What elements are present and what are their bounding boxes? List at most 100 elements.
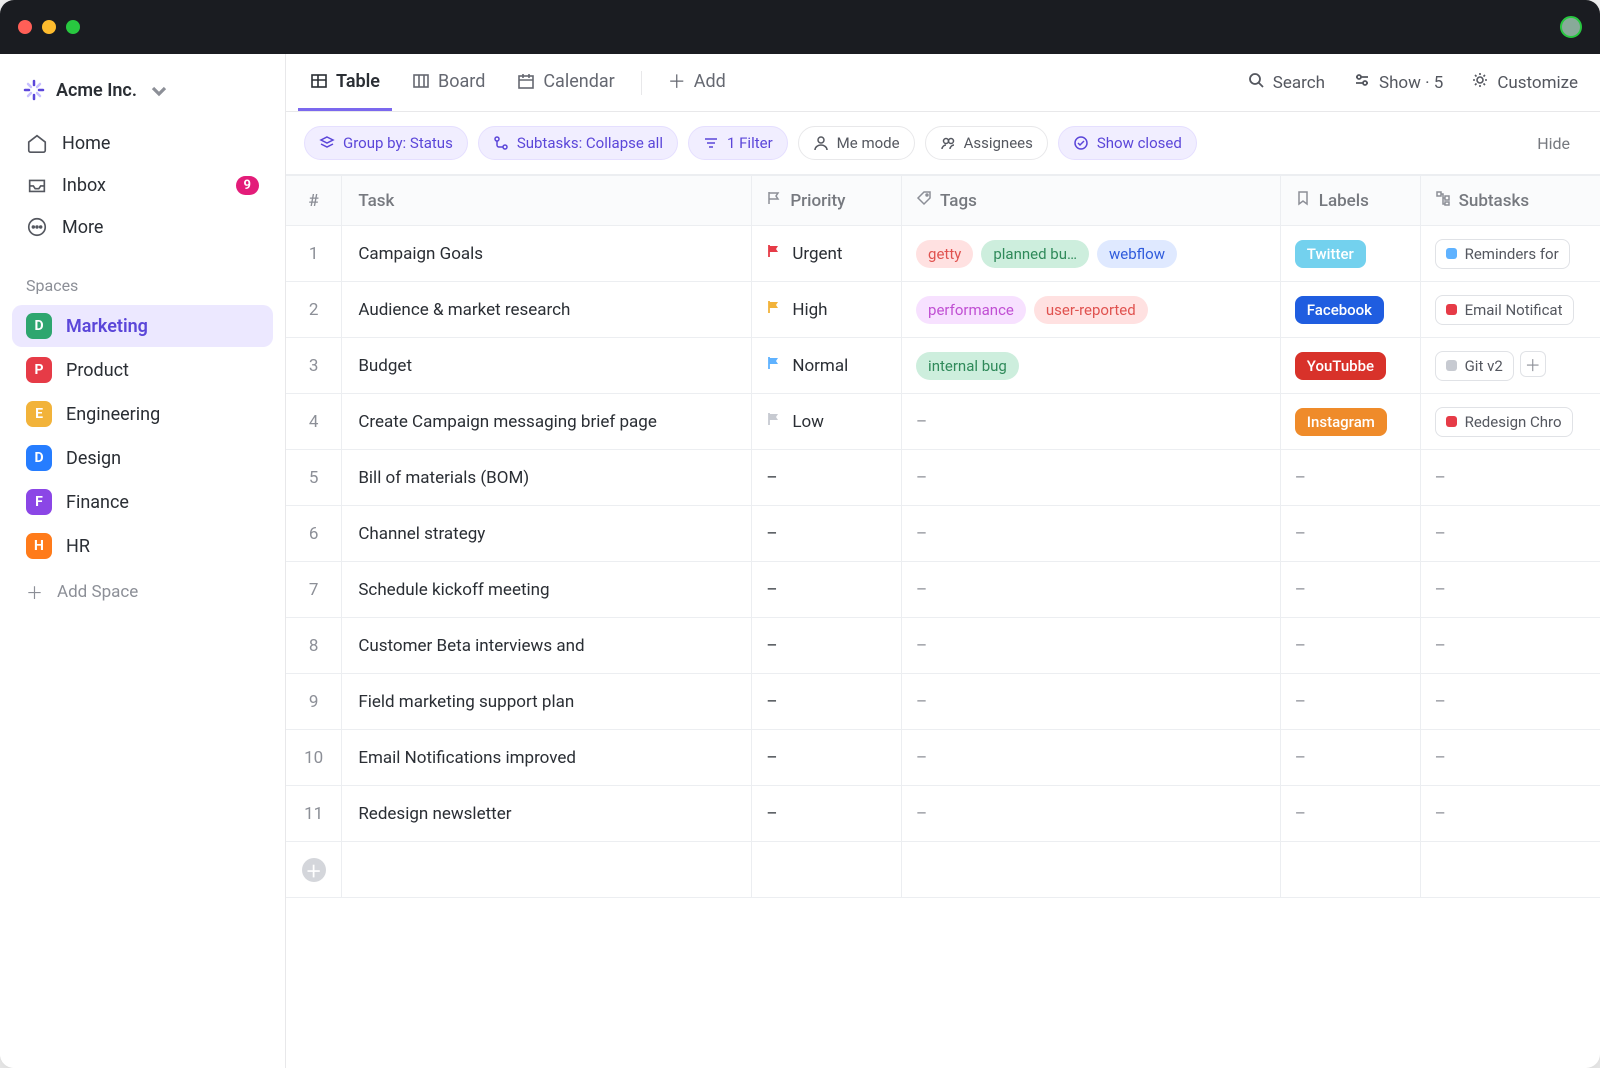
task-name[interactable]: Channel strategy xyxy=(342,506,752,562)
task-name[interactable]: Customer Beta interviews and xyxy=(342,618,752,674)
priority-cell[interactable]: – xyxy=(752,674,902,730)
priority-cell[interactable]: – xyxy=(752,450,902,506)
subtasks-cell[interactable]: – xyxy=(1420,730,1600,786)
task-row[interactable]: 3BudgetNormalinternal bugYouTubbeGit v2＋ xyxy=(286,338,1600,394)
tags-cell[interactable]: getty planned bu… webflow xyxy=(902,226,1281,282)
subtasks-cell[interactable]: Email Notificat xyxy=(1420,282,1600,338)
space-item-design[interactable]: DDesign xyxy=(12,437,273,479)
labels-cell[interactable]: – xyxy=(1280,674,1420,730)
task-name[interactable]: Schedule kickoff meeting xyxy=(342,562,752,618)
labels-cell[interactable]: – xyxy=(1280,786,1420,842)
assignees-chip[interactable]: Assignees xyxy=(925,126,1048,160)
label-twitter[interactable]: Twitter xyxy=(1295,240,1366,268)
priority-cell[interactable]: Urgent xyxy=(752,226,902,282)
col-subtasks-header[interactable]: Subtasks xyxy=(1420,176,1600,226)
subtasks-chip[interactable]: Subtasks: Collapse all xyxy=(478,126,678,160)
group-by-chip[interactable]: Group by: Status xyxy=(304,126,468,160)
labels-cell[interactable]: – xyxy=(1280,562,1420,618)
priority-cell[interactable]: – xyxy=(752,562,902,618)
nav-home[interactable]: Home xyxy=(12,122,273,164)
workspace-switcher[interactable]: Acme Inc. xyxy=(0,66,285,114)
label-instagram[interactable]: Instagram xyxy=(1295,408,1387,436)
tags-cell[interactable]: – xyxy=(902,618,1281,674)
col-labels-header[interactable]: Labels xyxy=(1280,176,1420,226)
add-subtask-button[interactable]: ＋ xyxy=(1520,351,1546,377)
col-task-header[interactable]: Task xyxy=(342,176,752,226)
subtask-pill[interactable]: Git v2 xyxy=(1435,351,1514,381)
tab-add-view[interactable]: ＋Add xyxy=(656,54,738,111)
tag-planned_bu[interactable]: planned bu… xyxy=(981,240,1089,268)
task-name[interactable]: Email Notifications improved xyxy=(342,730,752,786)
subtasks-cell[interactable]: Redesign Chro xyxy=(1420,394,1600,450)
task-name[interactable]: Redesign newsletter xyxy=(342,786,752,842)
col-number-header[interactable]: # xyxy=(286,176,342,226)
me-mode-chip[interactable]: Me mode xyxy=(798,126,915,160)
show-closed-chip[interactable]: Show closed xyxy=(1058,126,1197,160)
task-row[interactable]: 9Field marketing support plan–––– xyxy=(286,674,1600,730)
labels-cell[interactable]: – xyxy=(1280,618,1420,674)
subtask-pill[interactable]: Redesign Chro xyxy=(1435,407,1573,437)
priority-cell[interactable]: Low xyxy=(752,394,902,450)
customize-button[interactable]: Customize xyxy=(1461,65,1588,100)
task-name[interactable]: Bill of materials (BOM) xyxy=(342,450,752,506)
tag-webflow[interactable]: webflow xyxy=(1097,240,1177,268)
task-name[interactable]: Campaign Goals xyxy=(342,226,752,282)
labels-cell[interactable]: Facebook xyxy=(1280,282,1420,338)
tags-cell[interactable]: – xyxy=(902,450,1281,506)
task-name[interactable]: Budget xyxy=(342,338,752,394)
search-button[interactable]: Search xyxy=(1237,65,1335,100)
priority-cell[interactable]: Normal xyxy=(752,338,902,394)
task-row[interactable]: 6Channel strategy–––– xyxy=(286,506,1600,562)
minimize-window-button[interactable] xyxy=(42,20,56,34)
add-space-button[interactable]: ＋ Add Space xyxy=(0,569,285,614)
task-row[interactable]: 5Bill of materials (BOM)–––– xyxy=(286,450,1600,506)
tag-internal_bug[interactable]: internal bug xyxy=(916,352,1019,380)
subtasks-cell[interactable]: – xyxy=(1420,618,1600,674)
subtasks-cell[interactable]: Reminders for xyxy=(1420,226,1600,282)
user-avatar[interactable] xyxy=(1560,16,1582,38)
labels-cell[interactable]: – xyxy=(1280,450,1420,506)
space-item-hr[interactable]: HHR xyxy=(12,525,273,567)
subtasks-cell[interactable]: – xyxy=(1420,562,1600,618)
labels-cell[interactable]: Twitter xyxy=(1280,226,1420,282)
show-button[interactable]: Show · 5 xyxy=(1343,65,1453,100)
labels-cell[interactable]: Instagram xyxy=(1280,394,1420,450)
subtask-pill[interactable]: Email Notificat xyxy=(1435,295,1574,325)
tag-getty[interactable]: getty xyxy=(916,240,973,268)
filter-chip[interactable]: 1 Filter xyxy=(688,126,788,160)
label-youtubbe[interactable]: YouTubbe xyxy=(1295,352,1386,380)
maximize-window-button[interactable] xyxy=(66,20,80,34)
tags-cell[interactable]: – xyxy=(902,674,1281,730)
labels-cell[interactable]: – xyxy=(1280,730,1420,786)
priority-cell[interactable]: High xyxy=(752,282,902,338)
task-row[interactable]: 1Campaign GoalsUrgentgettyplanned bu…web… xyxy=(286,226,1600,282)
tab-board[interactable]: Board xyxy=(400,54,497,111)
task-name[interactable]: Create Campaign messaging brief page xyxy=(342,394,752,450)
col-priority-header[interactable]: Priority xyxy=(752,176,902,226)
add-task-row[interactable]: ＋ xyxy=(286,842,1600,898)
task-row[interactable]: 7Schedule kickoff meeting–––– xyxy=(286,562,1600,618)
tags-cell[interactable]: – xyxy=(902,730,1281,786)
space-item-marketing[interactable]: DMarketing xyxy=(12,305,273,347)
close-window-button[interactable] xyxy=(18,20,32,34)
label-facebook[interactable]: Facebook xyxy=(1295,296,1384,324)
tags-cell[interactable]: – xyxy=(902,562,1281,618)
subtasks-cell[interactable]: – xyxy=(1420,506,1600,562)
task-row[interactable]: 10Email Notifications improved–––– xyxy=(286,730,1600,786)
tags-cell[interactable]: – xyxy=(902,786,1281,842)
labels-cell[interactable]: YouTubbe xyxy=(1280,338,1420,394)
task-row[interactable]: 4Create Campaign messaging brief pageLow… xyxy=(286,394,1600,450)
task-name[interactable]: Field marketing support plan xyxy=(342,674,752,730)
tab-calendar[interactable]: Calendar xyxy=(505,54,626,111)
subtask-pill[interactable]: Reminders for xyxy=(1435,239,1570,269)
hide-filters-button[interactable]: Hide xyxy=(1525,134,1582,153)
tags-cell[interactable]: – xyxy=(902,506,1281,562)
subtasks-cell[interactable]: – xyxy=(1420,786,1600,842)
nav-inbox[interactable]: Inbox 9 xyxy=(12,164,273,206)
col-tags-header[interactable]: Tags xyxy=(902,176,1281,226)
tags-cell[interactable]: performanceuser-reported xyxy=(902,282,1281,338)
space-item-product[interactable]: PProduct xyxy=(12,349,273,391)
subtasks-cell[interactable]: – xyxy=(1420,674,1600,730)
space-item-finance[interactable]: FFinance xyxy=(12,481,273,523)
task-row[interactable]: 11Redesign newsletter–––– xyxy=(286,786,1600,842)
